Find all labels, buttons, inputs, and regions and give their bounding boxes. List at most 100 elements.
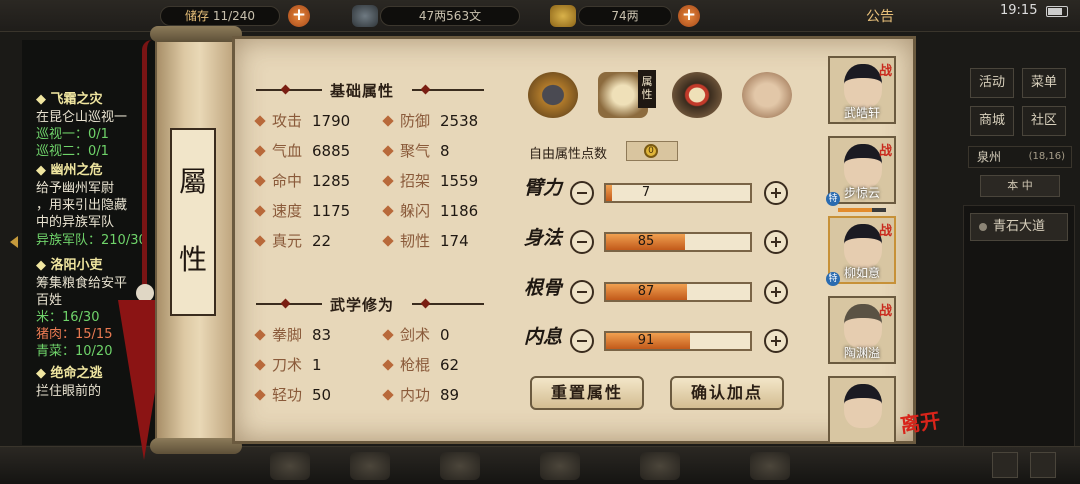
bagua-icon[interactable] xyxy=(672,72,722,118)
stat-label: 速度 xyxy=(272,202,303,220)
quest-progress: 青菜：10/20 xyxy=(36,344,113,359)
nearby-panel xyxy=(963,205,1075,450)
attr-constitution-label: 根骨 xyxy=(524,277,563,299)
stat-value: 1186 xyxy=(440,202,479,220)
stat-speed: 速度 1175 xyxy=(254,200,351,221)
portrait-face xyxy=(844,224,882,268)
scroll-title-char: 性 xyxy=(178,243,207,276)
free-points-label: 自由属性点数 xyxy=(529,147,608,162)
stat-label: 躲闪 xyxy=(400,202,431,220)
quest-header[interactable]: ◆ 飞霜之灾 xyxy=(36,92,103,108)
quest-header[interactable]: ◆ 洛阳小吏 xyxy=(36,258,103,274)
quest-progress: 巡视二：0/1 xyxy=(36,144,109,159)
straw-hat-icon[interactable] xyxy=(528,72,578,118)
attr-breath-value: 91 xyxy=(637,333,655,348)
stat-label: 防御 xyxy=(400,112,431,130)
attr-constitution-plus-button[interactable] xyxy=(764,280,788,304)
attr-agility-minus-button[interactable] xyxy=(570,230,594,254)
meridian-body-icon[interactable] xyxy=(742,72,792,118)
stat-hp: 气血 6885 xyxy=(254,140,350,161)
add-silver-button[interactable]: + xyxy=(678,5,700,27)
quest-header[interactable]: ◆ 绝命之逃 xyxy=(36,366,103,382)
basic-attributes-title: 基础属性 xyxy=(330,82,395,100)
party-member-portrait[interactable]: 战 陶渊溢 xyxy=(828,296,896,364)
skill-label: 轻功 xyxy=(272,386,303,404)
confirm-points-button[interactable]: 确认加点 xyxy=(670,376,784,410)
party-member-portrait[interactable]: 战 步惊云 特 xyxy=(826,136,896,206)
attr-breath-label: 内息 xyxy=(524,326,563,348)
attr-constitution-value: 87 xyxy=(637,284,655,299)
announcement-button[interactable]: 公告 xyxy=(866,6,894,26)
stat-value: 22 xyxy=(312,232,332,250)
attr-strength-minus-button[interactable] xyxy=(570,181,594,205)
stat-attack: 攻击 1790 xyxy=(254,110,351,131)
battle-tag: 战 xyxy=(878,224,892,239)
copper-coin-icon xyxy=(352,5,378,27)
leave-button[interactable]: 离开 xyxy=(898,403,954,439)
stat-hit: 命中 1285 xyxy=(254,170,350,191)
add-storage-button[interactable]: + xyxy=(288,5,310,27)
dock-item-icon[interactable] xyxy=(350,452,390,480)
activity-button[interactable]: 活动 xyxy=(970,68,1014,98)
quest-text: 给予幽州军尉 xyxy=(36,181,115,196)
skill-fist: 拳脚 83 xyxy=(254,324,332,345)
attribute-tab-label[interactable]: 属性 xyxy=(638,70,656,108)
dock-item-icon[interactable] xyxy=(750,452,790,480)
scroll-title-char: 屬 xyxy=(178,165,207,198)
portrait-face xyxy=(844,64,882,108)
attr-constitution-bar: 87 xyxy=(604,282,752,302)
storage-value: 11/240 xyxy=(212,9,256,23)
stat-value: 174 xyxy=(440,232,469,250)
scroll-rod-top xyxy=(150,26,242,42)
stat-defense: 防御 2538 xyxy=(382,110,478,131)
dock-item-icon[interactable] xyxy=(270,452,310,480)
stat-value: 1175 xyxy=(312,202,351,220)
road-location-button[interactable]: 青石大道 xyxy=(970,213,1068,241)
storage-display: 储存 11/240 xyxy=(160,6,280,26)
dock-slot[interactable] xyxy=(992,452,1018,478)
collapse-arrow-icon[interactable] xyxy=(10,236,18,248)
party-member-portrait[interactable] xyxy=(828,376,896,444)
location-display[interactable]: 泉州 (18,16) xyxy=(968,146,1072,168)
martial-arts-title: 武学修为 xyxy=(330,296,395,314)
dock-item-icon[interactable] xyxy=(640,452,680,480)
storage-label: 储存 xyxy=(184,9,209,23)
attr-breath-plus-button[interactable] xyxy=(764,329,788,353)
stat-value: 1790 xyxy=(312,112,351,130)
battle-tag: 战 xyxy=(878,304,892,319)
skill-value: 62 xyxy=(440,356,460,374)
stat-toughness: 韧性 174 xyxy=(382,230,469,251)
attr-constitution-minus-button[interactable] xyxy=(570,280,594,304)
party-member-portrait[interactable]: 战 武皓轩 xyxy=(828,56,896,124)
location-name: 泉州 xyxy=(977,150,1002,164)
quest-text: 拦住眼前的 xyxy=(36,384,102,399)
map-layer-select[interactable]: 本 中 xyxy=(980,175,1060,197)
quest-text: 筹集粮食给安平 xyxy=(36,276,128,291)
menu-button[interactable]: 菜单 xyxy=(1022,68,1066,98)
stat-label: 命中 xyxy=(272,172,303,190)
attr-breath-minus-button[interactable] xyxy=(570,329,594,353)
skill-blade: 刀术 1 xyxy=(254,354,322,375)
shop-button[interactable]: 商城 xyxy=(970,106,1014,136)
skill-value: 83 xyxy=(312,326,332,344)
stat-label: 攻击 xyxy=(272,112,303,130)
attr-agility-plus-button[interactable] xyxy=(764,230,788,254)
skill-value: 50 xyxy=(312,386,332,404)
dock-item-icon[interactable] xyxy=(440,452,480,480)
skill-inner: 内功 89 xyxy=(382,384,459,405)
dock-slot[interactable] xyxy=(1030,452,1056,478)
party-member-portrait[interactable]: 战 柳如意 特 xyxy=(826,216,896,286)
dock-item-icon[interactable] xyxy=(540,452,580,480)
stat-label: 气血 xyxy=(272,142,303,160)
reset-attributes-button[interactable]: 重置属性 xyxy=(530,376,644,410)
skill-spear: 枪棍 62 xyxy=(382,354,460,375)
party-member-name: 武皓轩 xyxy=(843,106,880,120)
quest-header[interactable]: ◆ 幽州之危 xyxy=(36,163,103,179)
community-button[interactable]: 社区 xyxy=(1022,106,1066,136)
stat-label: 聚气 xyxy=(400,142,431,160)
quest-text: 百姓 xyxy=(36,293,63,308)
attr-strength-plus-button[interactable] xyxy=(764,181,788,205)
stat-label: 招架 xyxy=(400,172,431,190)
stat-true-essence: 真元 22 xyxy=(254,230,332,251)
battle-tag: 战 xyxy=(878,64,892,79)
